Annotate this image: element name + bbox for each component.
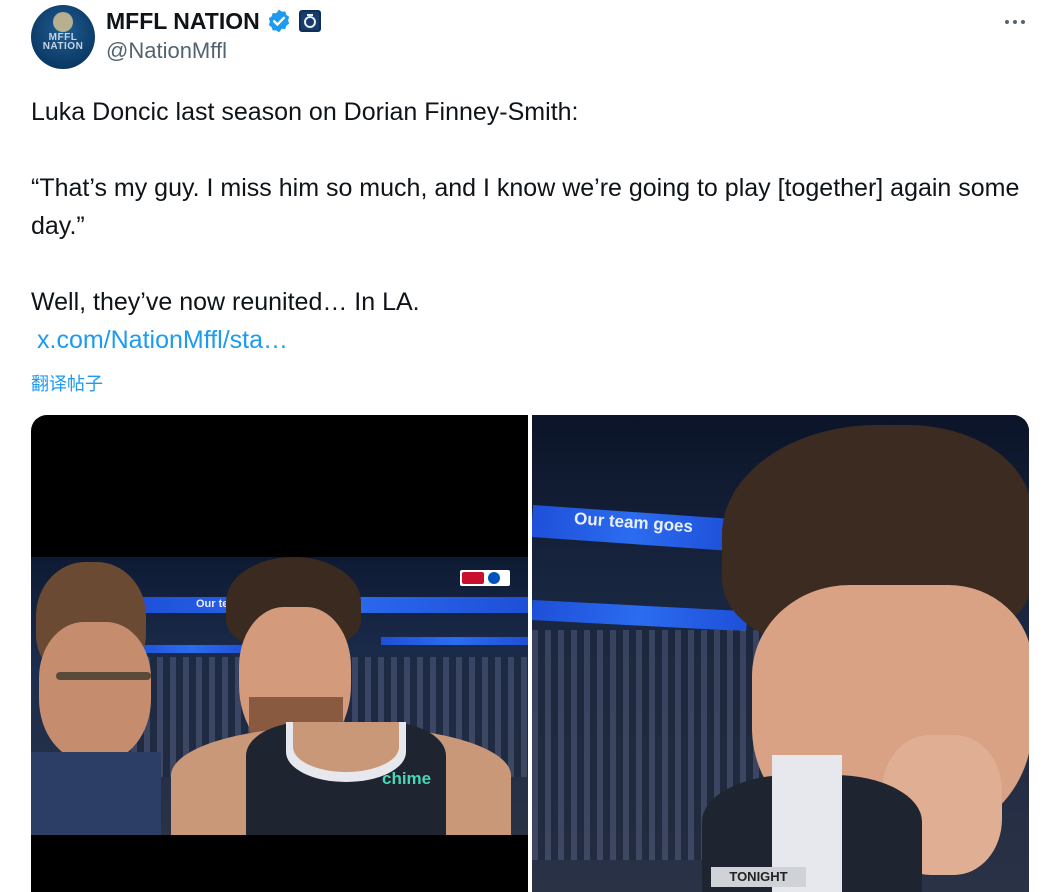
author-name-row: MFFL NATION: [106, 5, 322, 37]
more-options-icon[interactable]: [1000, 10, 1030, 34]
basketball-logo-icon: [53, 12, 73, 32]
avatar-lettering: MFFL NATION: [42, 32, 84, 52]
tweet-text-line: Luka Doncic last season on Dorian Finney…: [31, 98, 579, 126]
player-figure: [171, 557, 511, 835]
author-display-name[interactable]: MFFL NATION: [106, 8, 260, 35]
media-image-left[interactable]: Our te chime: [31, 415, 528, 892]
affiliate-badge-icon[interactable]: [298, 9, 322, 33]
broadcast-ticker: TONIGHT: [711, 867, 806, 887]
avatar[interactable]: MFFL NATION: [31, 5, 95, 69]
verified-badge-icon[interactable]: [266, 8, 292, 34]
author-handle[interactable]: @NationMffl: [106, 38, 227, 64]
tweet: MFFL NATION MFFL NATION @NationMffl Luka …: [0, 0, 1056, 892]
media-gallery: Our te chime Our team goes TONIGHT: [31, 415, 1029, 892]
translate-post-link[interactable]: 翻译帖子: [31, 370, 103, 396]
tweet-link[interactable]: x.com/NationMffl/sta…: [37, 326, 288, 355]
jersey-sponsor-text: chime: [382, 769, 432, 788]
media-image-right[interactable]: Our team goes TONIGHT: [532, 415, 1029, 892]
reporter-figure: [31, 562, 161, 835]
video-frame: Our te chime: [31, 557, 528, 835]
tweet-quote: “That’s my guy. I miss him so much, and …: [31, 174, 1020, 240]
tweet-text-line: Well, they’ve now reunited… In LA.: [31, 288, 420, 316]
player-closeup-figure: [702, 415, 1029, 892]
tweet-text: Luka Doncic last season on Dorian Finney…: [31, 93, 1031, 321]
